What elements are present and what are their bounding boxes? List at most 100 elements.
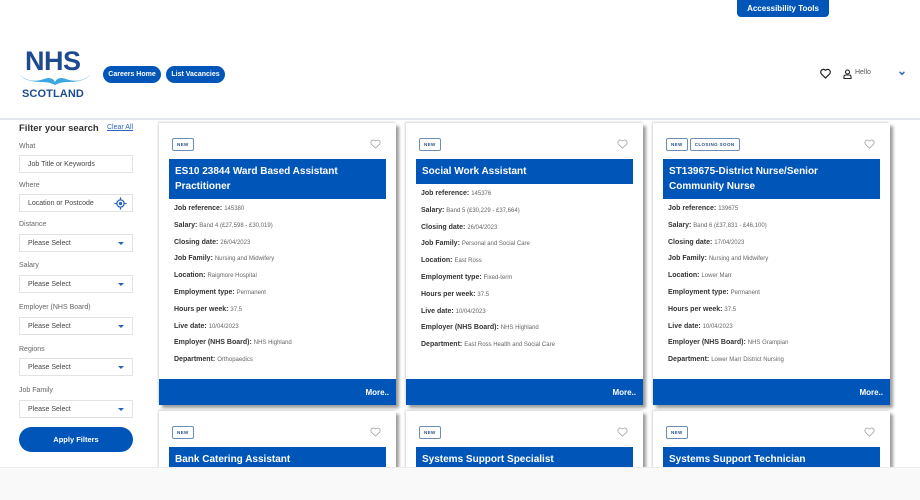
detail-value: 37.5 xyxy=(230,306,243,313)
detail-label: Location: xyxy=(174,272,208,280)
more-button[interactable]: More.. xyxy=(653,379,890,405)
detail-value: Band 4 (£27,598 - £30,019) xyxy=(199,222,273,229)
apply-filters-button[interactable]: Apply Filters xyxy=(19,427,133,452)
detail-value: Nursing and Midwifery xyxy=(214,256,275,263)
detail-value: Permanent xyxy=(730,289,760,296)
user-icon[interactable] xyxy=(843,69,852,79)
favourite-heart-icon[interactable] xyxy=(617,427,628,437)
employer-value: Please Select xyxy=(28,322,71,330)
keywords-placeholder: Job Title or Keywords xyxy=(28,160,95,168)
salary-select[interactable]: Please Select xyxy=(19,275,133,293)
favourite-heart-icon[interactable] xyxy=(617,139,628,149)
detail-value: Lower Marr District Nursing xyxy=(711,357,784,364)
detail-label: Closing date: xyxy=(174,238,221,246)
heart-icon[interactable] xyxy=(820,68,831,79)
distance-select[interactable]: Please Select xyxy=(19,234,133,252)
job-tags: NEW xyxy=(419,138,441,151)
job-family-value: Please Select xyxy=(28,405,71,413)
user-greeting[interactable]: Hello xyxy=(855,69,871,76)
employer-select[interactable]: Please Select xyxy=(19,317,133,335)
favourite-heart-icon[interactable] xyxy=(864,427,875,437)
detail-label: Employment type: xyxy=(174,288,237,296)
nav-list-vacancies[interactable]: List Vacancies xyxy=(166,66,225,83)
detail-label: Hours per week: xyxy=(668,305,725,313)
chevron-down-icon[interactable] xyxy=(898,70,906,77)
favourite-heart-icon[interactable] xyxy=(370,139,381,149)
job-title[interactable]: ES10 23844 Ward Based Assistant Practiti… xyxy=(169,159,386,199)
detail-value: 145380 xyxy=(224,206,245,212)
filter-title: Filter your search xyxy=(19,123,99,134)
detail-label: Salary: xyxy=(421,206,447,214)
detail-location: Location: Raigmore Hospital xyxy=(174,268,292,285)
job-tags: NEW xyxy=(172,138,194,151)
detail-hours-per-week: Hours per week: 37.5 xyxy=(174,302,292,319)
filter-label-salary: Salary xyxy=(19,262,39,269)
detail-hours-per-week: Hours per week: 37.5 xyxy=(421,287,555,304)
detail-value: Permanent xyxy=(236,289,266,296)
favourite-heart-icon[interactable] xyxy=(370,427,381,437)
caret-down-icon xyxy=(118,325,124,328)
detail-value: East Ross Health and Social Care xyxy=(464,342,555,349)
regions-select[interactable]: Please Select xyxy=(19,358,133,376)
filter-label-employer: Employer (NHS Board) xyxy=(19,304,91,311)
filter-label-job-family: Job Family xyxy=(19,387,53,394)
detail-label: Employer (NHS Board): xyxy=(668,339,748,347)
distance-value: Please Select xyxy=(28,239,71,247)
detail-value: NHS Highland xyxy=(500,325,539,332)
detail-value: 26/04/2023 xyxy=(467,224,498,231)
filter-label-where: Where xyxy=(19,182,40,189)
locate-me-icon[interactable] xyxy=(114,197,127,210)
detail-label: Live date: xyxy=(668,322,703,330)
detail-employment-type: Employment type: Permanent xyxy=(174,285,292,302)
detail-hours-per-week: Hours per week: 37.5 xyxy=(668,302,788,319)
location-input[interactable]: Location or Postcode xyxy=(19,194,133,212)
job-tags: NEW xyxy=(419,426,441,439)
job-tag: NEW xyxy=(419,138,441,151)
detail-value: 10/04/2023 xyxy=(208,323,239,330)
detail-label: Employment type: xyxy=(421,273,484,281)
job-details: Job reference: 145380 Salary: Band 4 (£27… xyxy=(174,201,292,369)
detail-closing-date: Closing date: 17/04/2023 xyxy=(668,235,788,252)
detail-value: NHS Highland xyxy=(253,340,292,347)
keywords-input[interactable]: Job Title or Keywords xyxy=(19,155,133,173)
detail-label: Employment type: xyxy=(668,288,731,296)
detail-label: Employer (NHS Board): xyxy=(174,339,254,347)
more-button[interactable]: More.. xyxy=(159,379,396,405)
header-divider xyxy=(0,118,920,120)
job-family-select[interactable]: Please Select xyxy=(19,400,133,418)
detail-salary: Salary: Band 6 (£37,831 - £46,100) xyxy=(668,218,788,235)
job-title[interactable]: ST139675-District Nurse/Senior Community… xyxy=(663,159,880,199)
detail-value: 10/04/2023 xyxy=(702,323,733,330)
detail-live-date: Live date: 10/04/2023 xyxy=(421,304,555,321)
clear-all-link[interactable]: Clear All xyxy=(107,124,133,131)
detail-job-reference: Job reference: 145380 xyxy=(174,201,292,218)
accessibility-tools-button[interactable]: Accessibility Tools xyxy=(737,0,829,17)
salary-value: Please Select xyxy=(28,280,71,288)
detail-label: Employer (NHS Board): xyxy=(421,324,501,332)
job-title[interactable]: Social Work Assistant xyxy=(416,159,633,184)
detail-job-family: Job Family: Nursing and Midwifery xyxy=(668,251,788,268)
filter-label-regions: Regions xyxy=(19,346,45,353)
nav-careers-home[interactable]: Careers Home xyxy=(103,66,161,83)
detail-value: Nursing and Midwifery xyxy=(708,256,769,263)
logo-scotland-text: SCOTLAND xyxy=(22,88,84,100)
detail-value: 26/04/2023 xyxy=(220,239,251,246)
bottom-bar xyxy=(0,467,920,500)
detail-label: Job Family: xyxy=(174,255,215,263)
job-card[interactable]: NEW CLOSING SOON ST139675-District Nurse/… xyxy=(653,123,890,405)
location-placeholder: Location or Postcode xyxy=(28,199,94,207)
job-card[interactable]: NEW Social Work Assistant Job reference:… xyxy=(406,123,643,405)
job-card[interactable]: NEW ES10 23844 Ward Based Assistant Prac… xyxy=(159,123,396,405)
detail-value: 37.5 xyxy=(724,306,737,313)
detail-value: Orthopaedics xyxy=(217,357,253,364)
nhs-scotland-logo[interactable]: NHS SCOTLAND xyxy=(18,48,93,102)
logo-nhs-text: NHS xyxy=(25,46,81,76)
detail-location: Location: East Ross xyxy=(421,253,555,270)
job-tag: CLOSING SOON xyxy=(689,138,740,151)
favourite-heart-icon[interactable] xyxy=(864,139,875,149)
filter-label-what: What xyxy=(19,143,36,150)
page: Accessibility Tools NHS SCOTLAND Careers… xyxy=(0,0,920,500)
more-button[interactable]: More.. xyxy=(406,379,643,405)
detail-employer: Employer (NHS Board): NHS Grampian xyxy=(668,335,788,352)
detail-label: Hours per week: xyxy=(421,290,478,298)
